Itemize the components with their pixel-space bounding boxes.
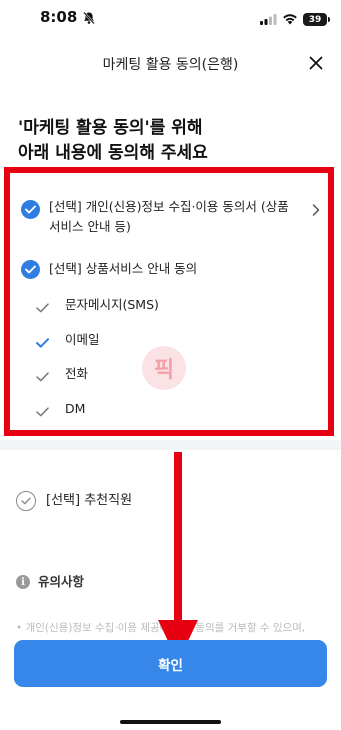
confirm-button[interactable]: 확인 (14, 640, 327, 687)
annotation-arrow-icon (158, 452, 198, 662)
home-indicator (120, 720, 221, 724)
